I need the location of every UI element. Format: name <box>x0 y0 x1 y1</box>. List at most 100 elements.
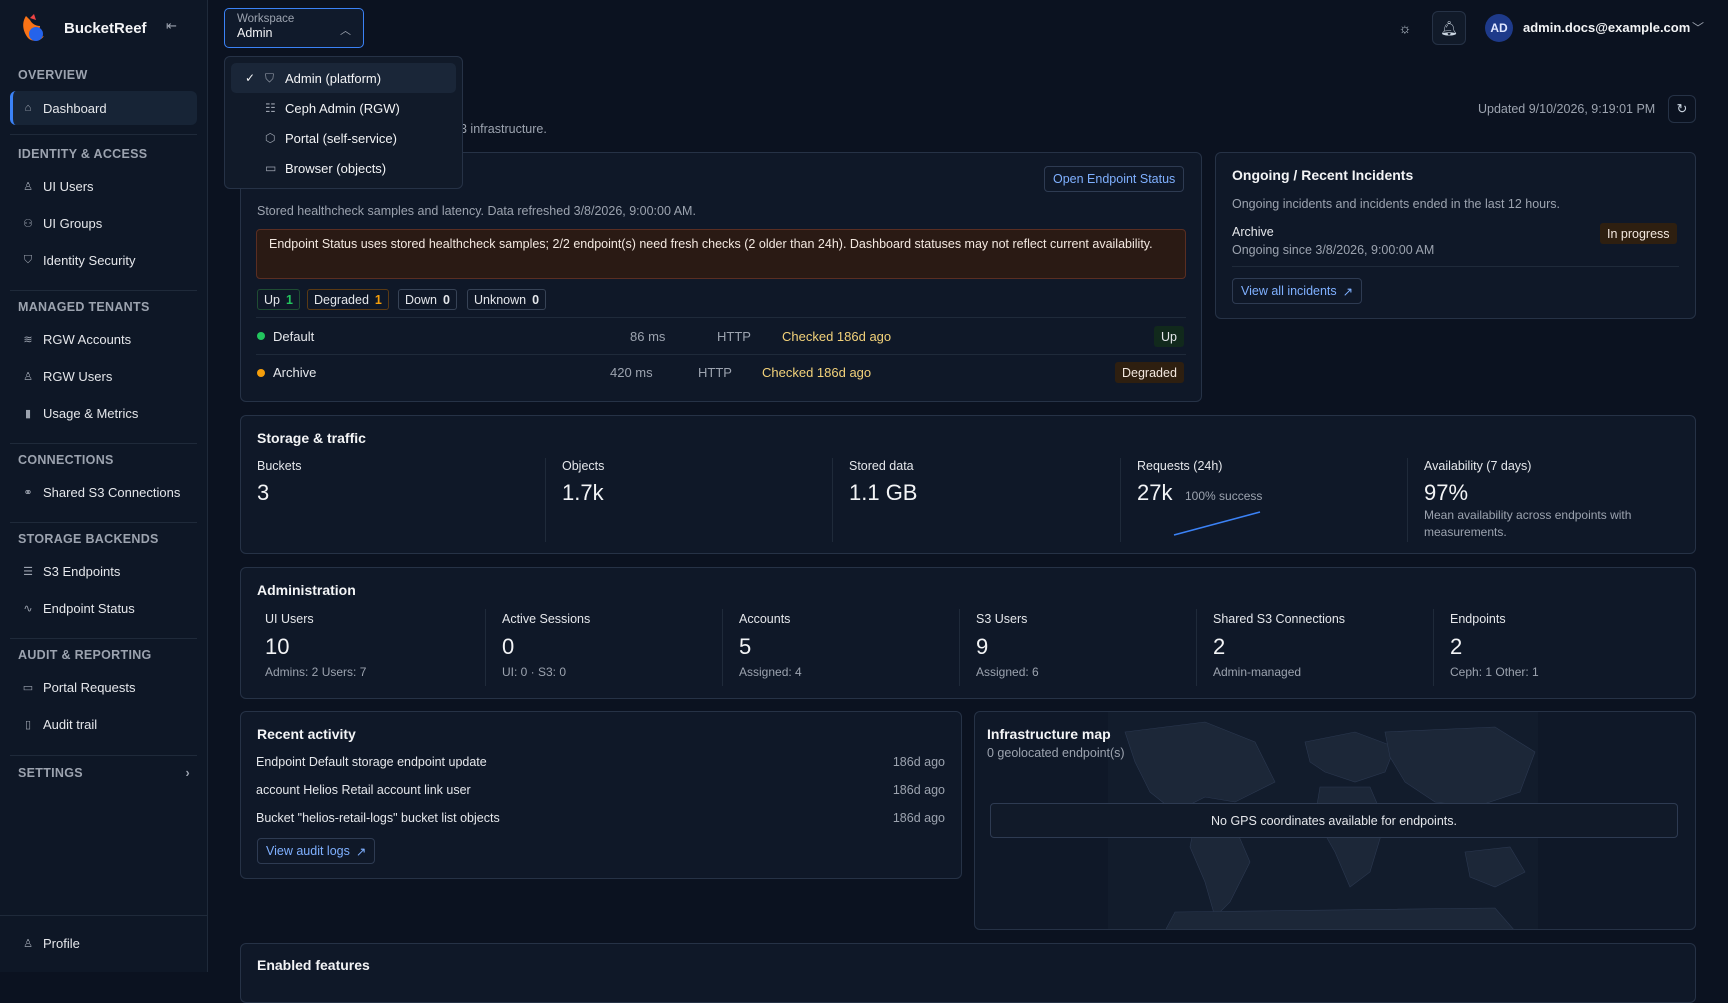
stat-label: Availability (7 days) <box>1424 459 1532 473</box>
stat-label: Active Sessions <box>502 612 591 626</box>
sidebar-item-profile[interactable]: ♙ Profile <box>10 926 197 960</box>
brand[interactable]: BucketReef <box>18 10 147 46</box>
stat-label: Accounts <box>739 612 791 626</box>
external-link-icon: ↗ <box>355 844 367 859</box>
status-dot <box>257 332 265 340</box>
count-unknown-pill: Unknown 0 <box>467 289 547 310</box>
requests-success-rate: 100% success <box>1185 489 1263 503</box>
avatar[interactable]: AD <box>1485 14 1513 42</box>
divider <box>10 522 197 523</box>
external-link-icon: ↗ <box>1342 284 1354 299</box>
chevron-up-icon: ︿ <box>340 25 351 37</box>
sidebar-item-dashboard[interactable]: ⌂ Dashboard <box>10 91 197 125</box>
open-endpoint-status-button[interactable]: Open Endpoint Status <box>1044 166 1185 192</box>
incident-name: Archive <box>1232 225 1274 239</box>
window-icon: ▭ <box>265 161 277 175</box>
sidebar-item-label: RGW Users <box>43 368 113 384</box>
count-degraded-pill: Degraded 1 <box>307 289 389 310</box>
sidebar-item-audit-trail[interactable]: ▯ Audit trail <box>10 707 197 741</box>
collapse-sidebar-icon[interactable]: ⇤ <box>166 18 177 34</box>
inbox-icon: ▭ <box>22 681 34 694</box>
link-icon: ⚭ <box>23 486 33 499</box>
workspace-option-admin[interactable]: ✓ ⛉ Admin (platform) <box>231 63 456 93</box>
administration-title: Administration <box>257 582 356 598</box>
link-label: View audit logs <box>266 844 350 858</box>
sidebar-item-identity-security[interactable]: ⛉ Identity Security <box>10 243 197 277</box>
sidebar-item-ui-users[interactable]: ♙ UI Users <box>10 169 197 203</box>
sidebar-item-label: RGW Accounts <box>43 331 132 347</box>
option-label: Admin (platform) <box>285 70 382 86</box>
sidebar-item-ui-groups[interactable]: ⚇ UI Groups <box>10 206 197 240</box>
sidebar-item-label: Portal Requests <box>43 679 136 695</box>
view-audit-logs-link[interactable]: View audit logs ↗ <box>257 838 376 864</box>
infrastructure-map-title: Infrastructure map <box>987 726 1111 742</box>
enabled-features-card <box>240 943 1696 1003</box>
status-dot <box>257 369 265 377</box>
divider <box>1407 458 1408 542</box>
sidebar-item-rgw-accounts[interactable]: ≋ RGW Accounts <box>10 322 197 356</box>
section-settings: SETTINGS <box>18 766 83 780</box>
view-all-incidents-link[interactable]: View all incidents ↗ <box>1232 278 1363 304</box>
pill-value: 1 <box>285 292 293 307</box>
sidebar-item-label: Shared S3 Connections <box>43 484 181 500</box>
section-audit: AUDIT & REPORTING <box>18 648 152 662</box>
sidebar-item-endpoint-status[interactable]: ∿ Endpoint Status <box>10 591 197 625</box>
divider <box>10 443 197 444</box>
stat-label: UI Users <box>265 612 314 626</box>
divider <box>1433 609 1434 686</box>
divider <box>1196 609 1197 686</box>
theme-toggle-icon[interactable]: ☼ <box>1388 11 1422 45</box>
divider <box>10 755 197 756</box>
workspace-value: Admin <box>237 26 273 40</box>
chevron-right-icon: › <box>185 766 190 780</box>
chevron-down-icon[interactable]: ﹀ <box>1692 19 1704 36</box>
option-label: Browser (objects) <box>285 160 387 176</box>
no-gps-message: No GPS coordinates available for endpoin… <box>990 803 1678 838</box>
incidents-title: Ongoing / Recent Incidents <box>1232 167 1414 183</box>
workspace-selector[interactable]: Workspace Admin ︿ <box>224 8 364 48</box>
divider <box>545 458 546 542</box>
stat-label: Objects <box>562 459 605 473</box>
workspace-option-browser[interactable]: ▭ Browser (objects) <box>231 153 456 183</box>
divider <box>722 609 723 686</box>
incident-since: Ongoing since 3/8/2026, 9:00:00 AM <box>1232 243 1435 257</box>
refresh-icon[interactable]: ↻ <box>1668 95 1696 123</box>
activity-icon: ∿ <box>23 602 33 615</box>
settings-toggle[interactable]: SETTINGS › <box>18 766 190 780</box>
server-icon: ☰ <box>23 565 33 578</box>
workspace-menu: ✓ ⛉ Admin (platform) ☷ Ceph Admin (RGW) ⬡ Po… <box>224 56 463 189</box>
user-email[interactable]: admin.docs@example.com <box>1523 20 1690 35</box>
divider <box>256 317 1186 318</box>
pill-label: Down <box>405 292 437 307</box>
divider <box>959 609 960 686</box>
shield-icon: ⛉ <box>23 253 33 266</box>
sidebar-item-s3-endpoints[interactable]: ☰ S3 Endpoints <box>10 554 197 588</box>
stat-label: Shared S3 Connections <box>1213 612 1346 626</box>
sidebar-item-rgw-users[interactable]: ♙ RGW Users <box>10 359 197 393</box>
workspace-option-portal[interactable]: ⬡ Portal (self-service) <box>231 123 456 153</box>
workspace-option-ceph[interactable]: ☷ Ceph Admin (RGW) <box>231 93 456 123</box>
divider <box>1232 266 1679 267</box>
layers-icon: ≋ <box>23 333 33 346</box>
option-label: Portal (self-service) <box>285 130 397 146</box>
sidebar-item-shared-s3[interactable]: ⚭ Shared S3 Connections <box>10 475 197 509</box>
count-down-pill: Down 0 <box>398 289 457 310</box>
sidebar-item-label: UI Groups <box>43 215 103 231</box>
pill-label: Up <box>264 292 280 307</box>
notifications-bell-icon[interactable]: 🔔︎ <box>1432 11 1466 45</box>
section-connections: CONNECTIONS <box>18 453 114 467</box>
stat-sub: Assigned: 6 <box>976 665 1039 679</box>
activity-ago: 186d ago <box>892 811 945 825</box>
section-identity: IDENTITY & ACCESS <box>18 147 148 161</box>
requests-sparkline <box>1173 511 1261 536</box>
bar-chart-icon: ▮ <box>24 407 32 420</box>
divider <box>10 134 197 135</box>
link-label: View all incidents <box>1241 284 1337 298</box>
stale-data-warning: Endpoint Status uses stored healthcheck … <box>256 229 1186 279</box>
package-icon: ⬡ <box>265 131 276 145</box>
stat-value: 1.7k <box>562 480 604 505</box>
sidebar-item-portal-requests[interactable]: ▭ Portal Requests <box>10 670 197 704</box>
divider <box>256 354 1186 355</box>
sidebar-item-usage-metrics[interactable]: ▮ Usage & Metrics <box>10 396 197 430</box>
endpoint-name: Archive <box>273 365 317 380</box>
